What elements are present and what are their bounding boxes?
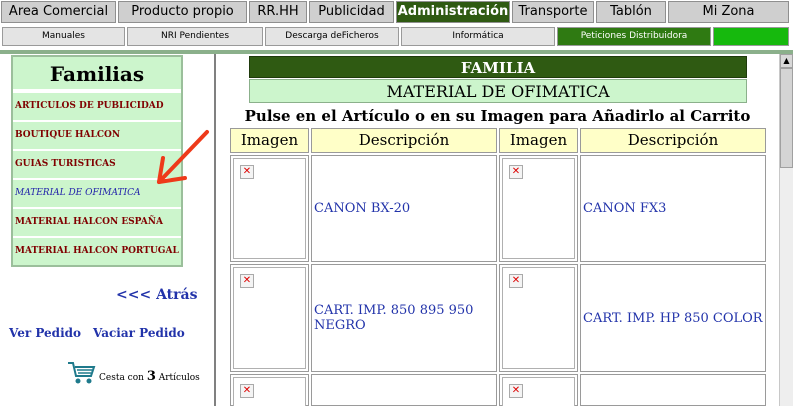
product-image-cell[interactable]: ✕ bbox=[499, 155, 578, 262]
tab-tablon[interactable]: Tablón bbox=[596, 1, 666, 23]
product-image-cell[interactable]: ✕ bbox=[230, 264, 309, 372]
tab-mi-zona[interactable]: Mi Zona bbox=[668, 1, 789, 23]
shopping-cart-icon bbox=[68, 362, 96, 384]
subtab-extra[interactable] bbox=[713, 27, 789, 46]
family-name: MATERIAL DE OFIMATICA bbox=[249, 79, 747, 103]
broken-image-icon: ✕ bbox=[509, 384, 523, 398]
tab-rrhh[interactable]: RR.HH bbox=[249, 1, 307, 23]
product-image-cell[interactable]: ✕ bbox=[230, 155, 309, 262]
product-image[interactable]: ✕ bbox=[502, 267, 575, 369]
product-description[interactable]: CART. IMP. HP 850 COLOR bbox=[580, 264, 766, 372]
broken-image-icon: ✕ bbox=[240, 274, 254, 288]
product-description[interactable] bbox=[311, 374, 497, 406]
subtab-nri-pendientes[interactable]: NRI Pendientes bbox=[127, 27, 263, 46]
back-link[interactable]: <<< Atrás bbox=[116, 287, 197, 303]
product-description[interactable]: CANON FX3 bbox=[580, 155, 766, 262]
empty-order-link[interactable]: Vaciar Pedido bbox=[93, 326, 185, 340]
product-image[interactable]: ✕ bbox=[502, 377, 575, 406]
vertical-scrollbar[interactable]: ▲ bbox=[779, 54, 793, 406]
tab-publicidad[interactable]: Publicidad bbox=[309, 1, 394, 23]
subtab-informatica[interactable]: Informática bbox=[401, 27, 555, 46]
families-title: Familias bbox=[13, 57, 181, 91]
tab-administracion[interactable]: Administración bbox=[396, 1, 510, 23]
scroll-thumb[interactable] bbox=[780, 68, 793, 168]
sub-navigation: Manuales NRI Pendientes Descarga deFiche… bbox=[0, 27, 793, 47]
red-arrow-annotation bbox=[157, 130, 209, 184]
column-header-image-2: Imagen bbox=[499, 128, 578, 153]
subtab-peticiones-distribuidora[interactable]: Peticiones Distribuidora bbox=[557, 27, 711, 46]
broken-image-icon: ✕ bbox=[240, 165, 254, 179]
broken-image-icon: ✕ bbox=[240, 384, 254, 398]
product-image[interactable]: ✕ bbox=[233, 267, 306, 369]
family-item-articulos-publicidad[interactable]: ARTICULOS DE PUBLICIDAD bbox=[13, 93, 181, 120]
product-description[interactable] bbox=[580, 374, 766, 406]
product-image[interactable]: ✕ bbox=[233, 158, 306, 259]
product-description[interactable]: CART. IMP. 850 895 950 NEGRO bbox=[311, 264, 497, 372]
view-order-link[interactable]: Ver Pedido bbox=[9, 326, 81, 340]
cart-summary[interactable]: Cesta con 3 Artículos bbox=[67, 360, 200, 386]
top-navigation: Area Comercial Producto propio RR.HH Pub… bbox=[0, 0, 793, 25]
instruction-text: Pulse en el Artículo o en su Imagen para… bbox=[244, 107, 751, 125]
cart-text: Cesta con 3 Artículos bbox=[99, 369, 200, 384]
tab-area-comercial[interactable]: Area Comercial bbox=[1, 1, 116, 23]
product-image[interactable]: ✕ bbox=[502, 158, 575, 259]
column-header-description-2: Descripción bbox=[580, 128, 766, 153]
family-item-material-halcon-espana[interactable]: MATERIAL HALCON ESPAÑA bbox=[13, 209, 181, 236]
product-image-cell[interactable]: ✕ bbox=[499, 264, 578, 372]
product-image-cell[interactable]: ✕ bbox=[230, 374, 309, 406]
cart-prefix: Cesta con bbox=[99, 373, 144, 383]
column-header-image: Imagen bbox=[230, 128, 309, 153]
section-header: FAMILIA bbox=[249, 56, 747, 78]
subtab-manuales[interactable]: Manuales bbox=[2, 27, 125, 46]
cart-count: 3 bbox=[146, 369, 156, 384]
column-header-description: Descripción bbox=[311, 128, 497, 153]
product-image-cell[interactable]: ✕ bbox=[499, 374, 578, 406]
broken-image-icon: ✕ bbox=[509, 165, 523, 179]
product-image[interactable]: ✕ bbox=[233, 377, 306, 406]
tab-producto-propio[interactable]: Producto propio bbox=[118, 1, 247, 23]
cart-suffix: Artículos bbox=[158, 373, 200, 383]
subtab-descarga-ficheros[interactable]: Descarga deFicheros bbox=[265, 27, 399, 46]
tab-transporte[interactable]: Transporte bbox=[512, 1, 594, 23]
family-item-material-halcon-portugal[interactable]: MATERIAL HALCON PORTUGAL bbox=[13, 238, 181, 265]
product-description[interactable]: CANON BX-20 bbox=[311, 155, 497, 262]
scroll-up-arrow-icon[interactable]: ▲ bbox=[780, 54, 793, 68]
broken-image-icon: ✕ bbox=[509, 274, 523, 288]
